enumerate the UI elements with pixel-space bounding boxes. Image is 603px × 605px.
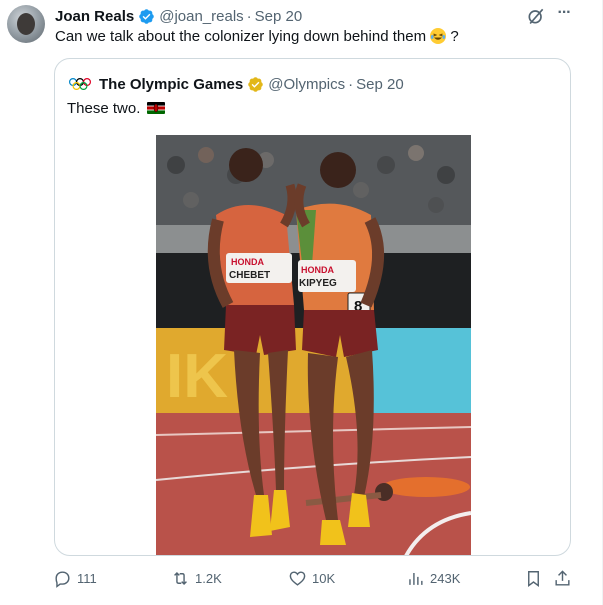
repost-button[interactable]: 1.2K [171,566,222,590]
quoted-text: These two. [67,100,165,117]
tweet-date[interactable]: Sep 20 [255,8,303,25]
reply-count: 111 [77,570,97,586]
quoted-author-handle: @Olympics [268,75,346,93]
tweet-header: Joan Reals @joan_reals · Sep 20 [55,6,302,26]
laughing-emoji-icon [430,28,447,44]
avatar[interactable] [7,5,45,43]
bib-left-name: CHEBET [229,270,270,281]
tweet-body: Can we talk about the colonizer lying do… [55,28,427,45]
tweet-actions: 111 1.2K 10K 243K [0,566,603,590]
quoted-tweet[interactable]: The Olympic Games @Olympics · Sep 20 The… [54,58,571,556]
bib-left-sponsor: HONDA [231,257,264,267]
more-icon[interactable]: ··· [553,4,575,26]
quoted-separator-dot: · [348,75,354,93]
verified-gold-badge-icon [248,76,263,92]
tweet-text: Can we talk about the colonizer lying do… [55,28,459,45]
tweet-photo[interactable]: IK HONDA CHEBET HONDA KIPYEG 8 [156,135,471,555]
bookmark-icon [528,570,539,587]
tweet-trailing: ? [450,28,459,45]
author-name[interactable]: Joan Reals [55,8,134,25]
olympic-rings-icon [68,77,92,91]
views-count: 243K [430,570,461,586]
kenya-flag-icon [146,102,165,114]
like-button[interactable]: 10K [288,566,335,590]
author-handle[interactable]: @joan_reals [159,8,243,25]
views-button[interactable]: 243K [406,566,460,590]
repost-icon [174,571,187,585]
quoted-author-name[interactable]: The Olympic Games [99,76,243,93]
quoted-header: The Olympic Games @Olympics · Sep 20 [68,74,404,94]
tweet[interactable]: Joan Reals @joan_reals · Sep 20 ··· Can … [0,0,603,605]
quoted-date: Sep 20 [356,75,404,93]
athletes-photo-graphic: IK HONDA CHEBET HONDA KIPYEG 8 [156,135,471,555]
verified-badge-icon [139,8,154,24]
banner-text: IK [166,342,228,411]
reply-icon [55,570,70,588]
reply-button[interactable]: 111 [53,566,97,590]
bib-right-sponsor: HONDA [301,265,334,275]
heart-icon [289,570,306,586]
views-icon [409,572,423,585]
separator-dot: · [246,7,252,25]
like-count: 10K [312,570,336,586]
share-icon [555,569,570,586]
repost-count: 1.2K [195,570,222,586]
share-button[interactable] [553,566,577,590]
grok-icon[interactable] [526,6,546,26]
bib-right-name: KIPYEG [299,278,337,289]
bookmark-button[interactable] [524,566,548,590]
quoted-body: These two. [67,100,141,117]
